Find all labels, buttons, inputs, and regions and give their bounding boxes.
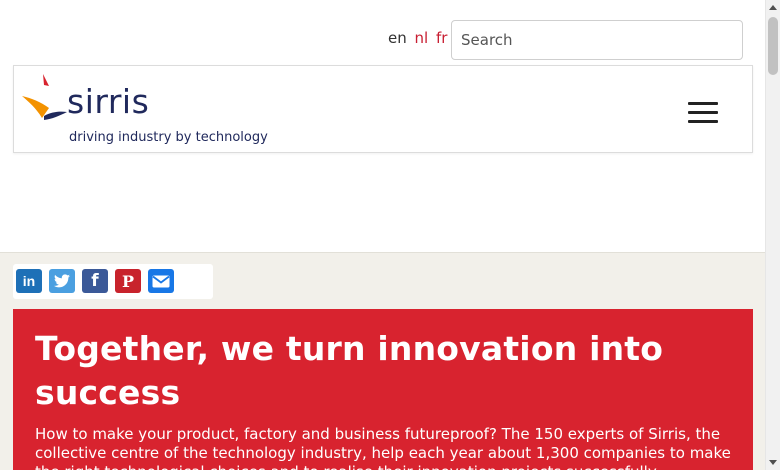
site-header: sirris driving industry by technology <box>13 65 753 153</box>
twitter-icon[interactable] <box>49 269 75 293</box>
email-icon[interactable] <box>148 269 174 293</box>
scroll-down-arrow-icon[interactable] <box>769 460 777 465</box>
logo-wordmark: sirris <box>67 82 150 121</box>
logo-tagline: driving industry by technology <box>69 130 268 145</box>
search-input[interactable] <box>451 20 743 60</box>
language-switcher: en nl fr <box>388 29 450 47</box>
scroll-thumb[interactable] <box>768 17 778 75</box>
page-scrollbar[interactable] <box>765 0 780 470</box>
hero-title: Together, we turn innovation into succes… <box>35 329 664 412</box>
hero-banner: Together, we turn innovation into succes… <box>13 309 753 470</box>
hamburger-menu-icon[interactable] <box>688 102 718 124</box>
linkedin-icon[interactable]: in <box>16 269 42 293</box>
lang-nl[interactable]: nl <box>415 29 429 47</box>
facebook-icon[interactable]: f <box>82 269 108 293</box>
lang-fr[interactable]: fr <box>436 29 447 47</box>
share-bar: in f P <box>13 264 213 299</box>
scroll-up-arrow-icon[interactable] <box>769 5 777 10</box>
hero-description: How to make your product, factory and bu… <box>35 425 731 470</box>
lang-en[interactable]: en <box>388 29 407 47</box>
sirris-logo[interactable]: sirris driving industry by technology <box>19 72 268 148</box>
pinterest-icon[interactable]: P <box>115 269 141 293</box>
